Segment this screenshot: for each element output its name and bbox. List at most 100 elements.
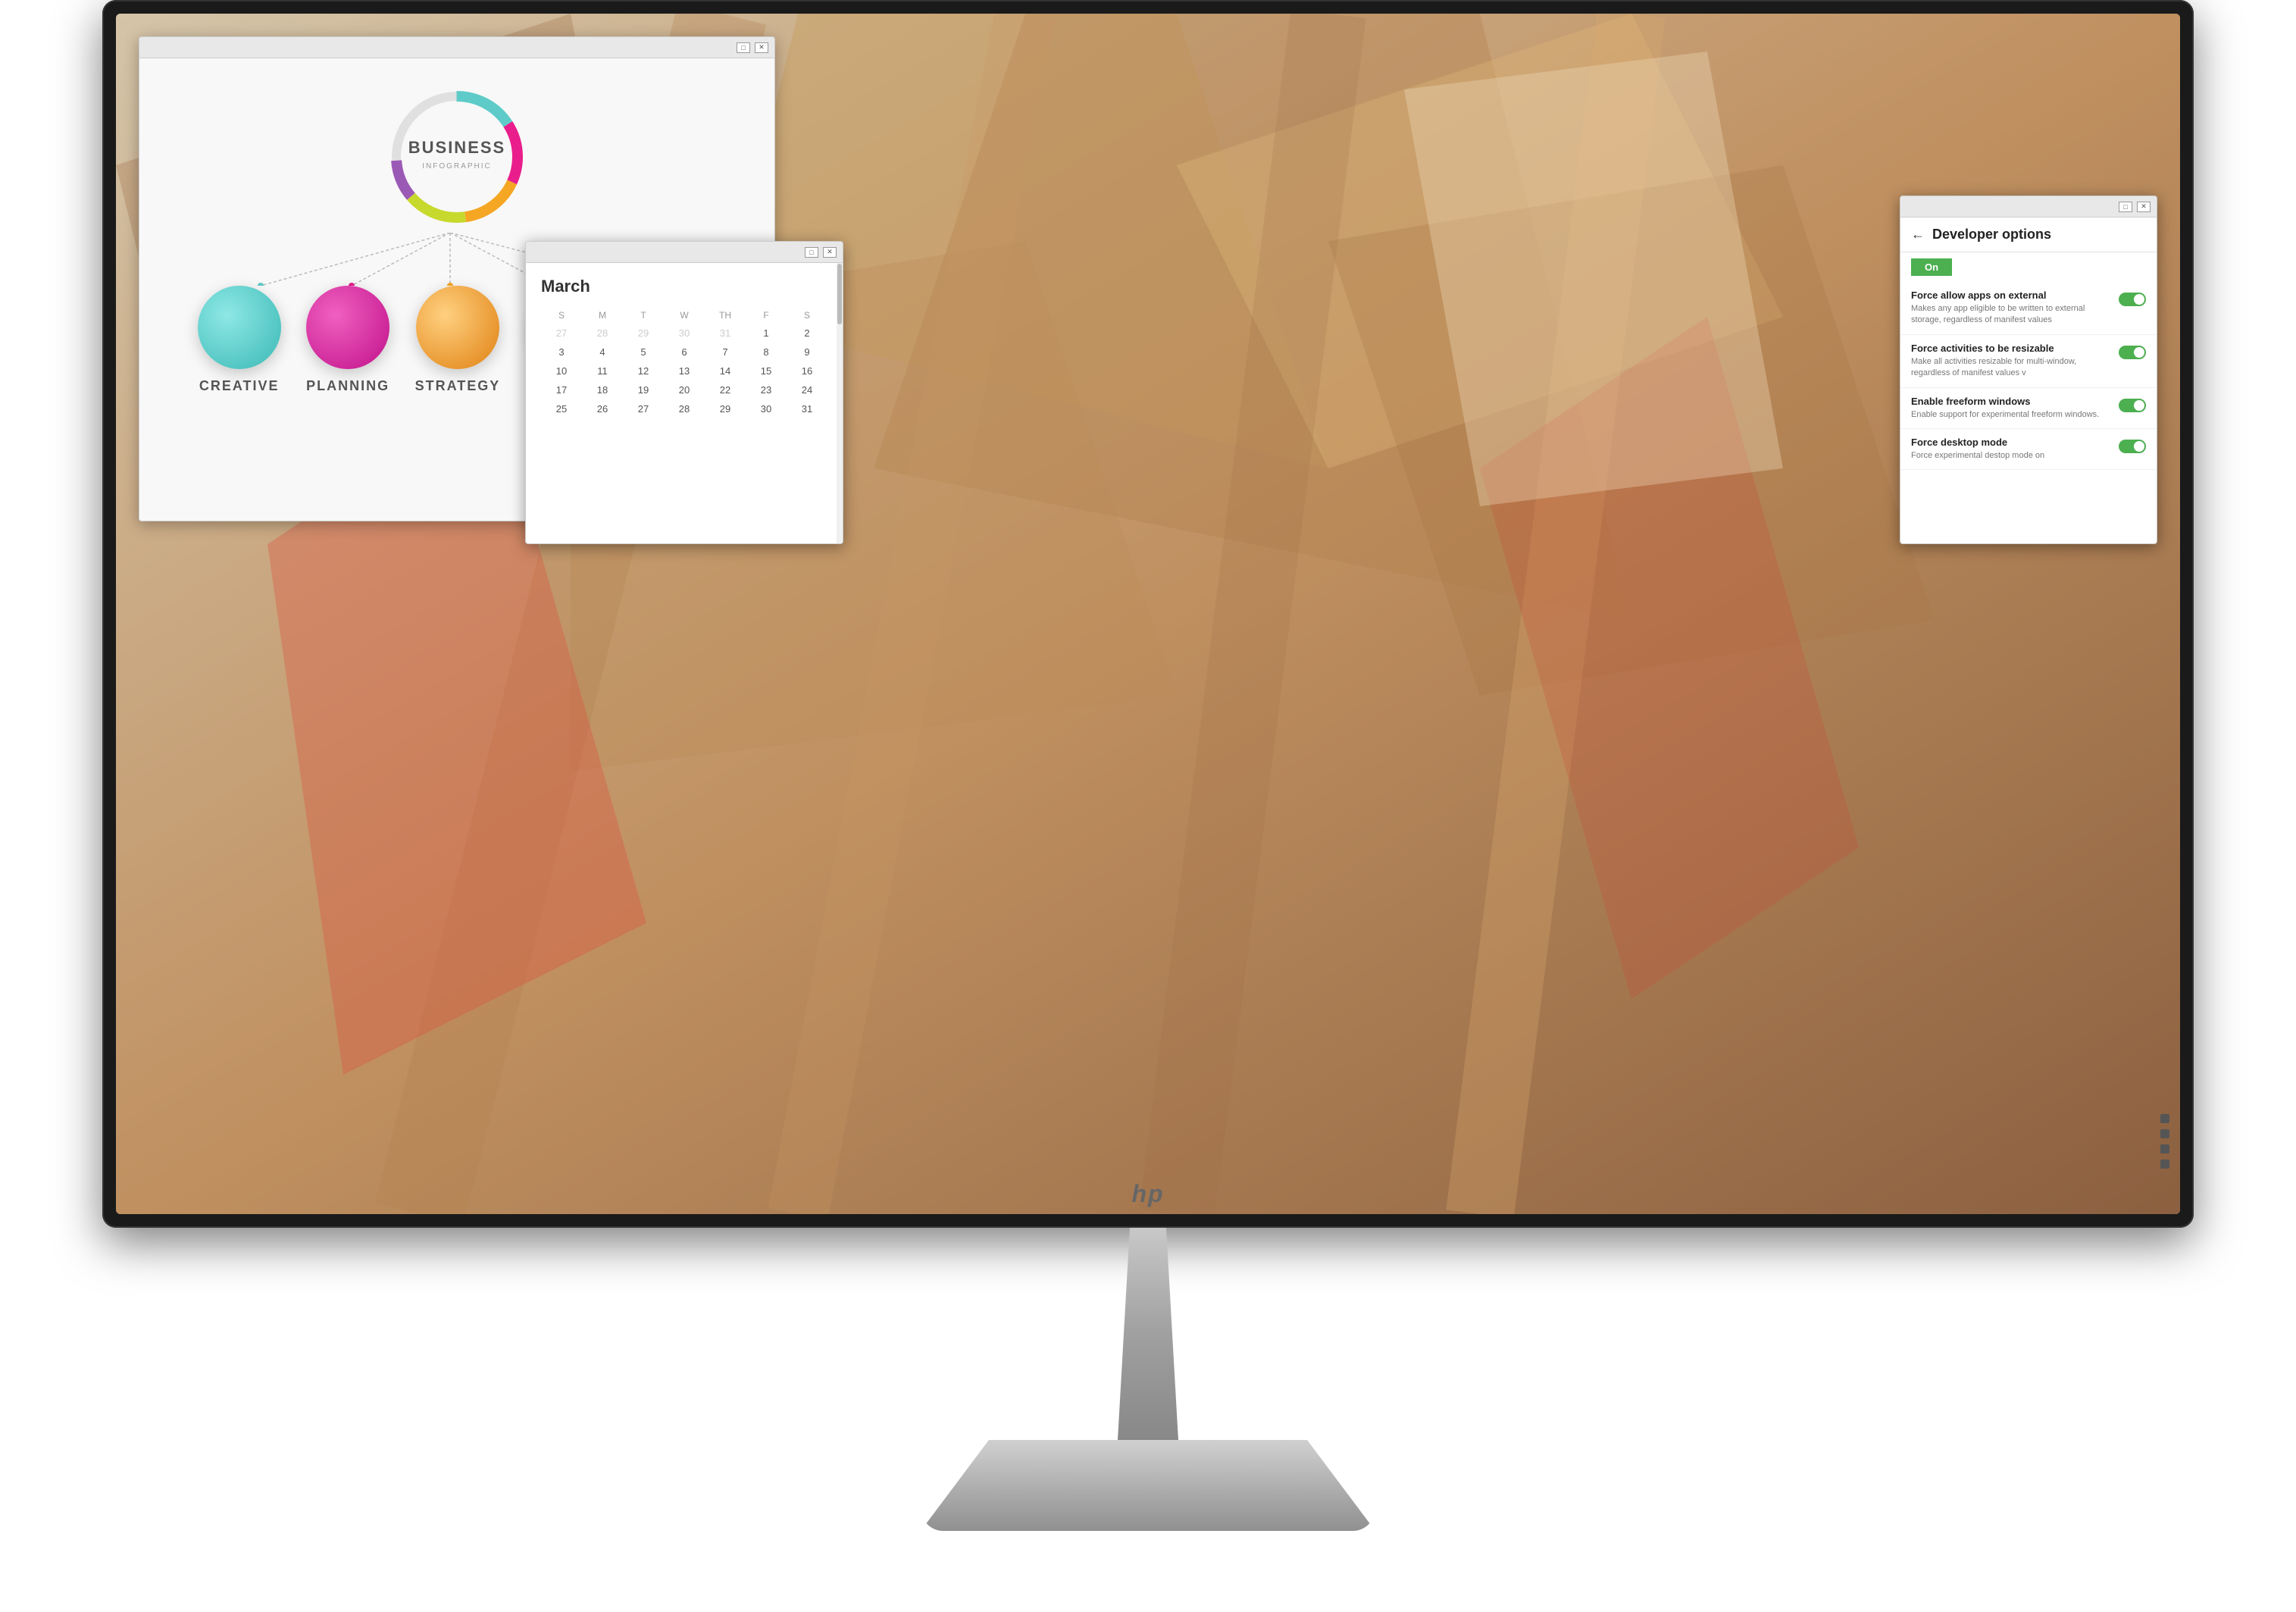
dev-status-badge: On (1911, 258, 1952, 276)
monitor-btn-3[interactable] (2160, 1144, 2169, 1153)
calendar-titlebar: □ ✕ (526, 242, 843, 263)
calendar-week-4: 17 18 19 20 22 23 24 (541, 380, 827, 399)
circle-chart-area: BUSINESS INFOGRAPHIC (170, 81, 744, 233)
cal-day[interactable]: 26 (582, 399, 623, 418)
calendar-close-btn[interactable]: ✕ (823, 247, 837, 258)
dev-option-3: Enable freeform windows Enable support f… (1900, 388, 2157, 429)
bubble-item-planning: PLANNING (306, 286, 389, 394)
cal-day[interactable]: 27 (623, 399, 664, 418)
dev-header: ← Developer options (1900, 218, 2157, 252)
cal-day[interactable]: 24 (787, 380, 827, 399)
cal-day[interactable]: 29 (623, 324, 664, 343)
bubble-strategy (416, 286, 499, 369)
cal-header-thu: TH (705, 307, 746, 324)
dev-minimize-btn[interactable]: □ (2119, 202, 2132, 212)
cal-day[interactable]: 31 (787, 399, 827, 418)
bubble-label-creative: CREATIVE (199, 378, 280, 394)
cal-day[interactable]: 20 (664, 380, 705, 399)
dev-toggle-3[interactable] (2119, 399, 2146, 412)
cal-day[interactable]: 29 (705, 399, 746, 418)
infographic-titlebar: □ ✕ (139, 37, 774, 58)
window-calendar: □ ✕ March S M T W (525, 241, 843, 544)
dev-toggle-4[interactable] (2119, 440, 2146, 453)
dev-option-3-title: Enable freeform windows (1911, 396, 2111, 407)
monitor-btn-4[interactable] (2160, 1160, 2169, 1169)
svg-text:BUSINESS: BUSINESS (408, 138, 505, 157)
dev-option-2: Force activities to be resizable Make al… (1900, 335, 2157, 388)
cal-day[interactable]: 6 (664, 343, 705, 362)
dev-option-4-title: Force desktop mode (1911, 437, 2111, 448)
cal-day[interactable]: 30 (664, 324, 705, 343)
bubble-item-creative: CREATIVE (198, 286, 281, 394)
calendar-scrollbar-thumb[interactable] (837, 264, 842, 324)
hp-brand-text: hp (1131, 1180, 1164, 1207)
cal-day[interactable]: 16 (787, 362, 827, 380)
cal-header-sat: S (787, 307, 827, 324)
calendar-grid: S M T W TH F S 27 (541, 307, 827, 418)
cal-day[interactable]: 3 (541, 343, 582, 362)
stand-neck (1118, 1228, 1178, 1440)
calendar-scrollbar[interactable] (837, 263, 843, 544)
calendar-week-1: 27 28 29 30 31 1 2 (541, 324, 827, 343)
calendar-minimize-btn[interactable]: □ (805, 247, 818, 258)
calendar-week-5: 25 26 27 28 29 30 31 (541, 399, 827, 418)
cal-day[interactable]: 1 (746, 324, 787, 343)
dev-toggle-2[interactable] (2119, 346, 2146, 359)
dev-toggle-1[interactable] (2119, 293, 2146, 306)
bubble-item-strategy: STRATEGY (415, 286, 501, 394)
cal-day[interactable]: 22 (705, 380, 746, 399)
calendar-week-3: 10 11 12 13 14 15 16 (541, 362, 827, 380)
monitor-btn-1[interactable] (2160, 1114, 2169, 1123)
cal-day[interactable]: 12 (623, 362, 664, 380)
cal-day[interactable]: 11 (582, 362, 623, 380)
cal-day[interactable]: 4 (582, 343, 623, 362)
dev-option-2-desc: Make all activities resizable for multi-… (1911, 356, 2111, 380)
calendar-content: March S M T W TH F S (526, 263, 843, 432)
cal-day[interactable]: 17 (541, 380, 582, 399)
cal-day[interactable]: 19 (623, 380, 664, 399)
cal-day[interactable]: 30 (746, 399, 787, 418)
window-developer: □ ✕ ← Developer options On Force allow a… (1900, 196, 2157, 544)
dev-option-1-text: Force allow apps on external Makes any a… (1911, 290, 2111, 327)
monitor-body: □ ✕ (102, 0, 2194, 1228)
bubble-creative (198, 286, 281, 369)
dev-option-1-title: Force allow apps on external (1911, 290, 2111, 301)
cal-day[interactable]: 10 (541, 362, 582, 380)
cal-day[interactable]: 23 (746, 380, 787, 399)
cal-day[interactable]: 2 (787, 324, 827, 343)
cal-header-mon: M (582, 307, 623, 324)
cal-day[interactable]: 7 (705, 343, 746, 362)
cal-day[interactable]: 8 (746, 343, 787, 362)
dev-option-3-desc: Enable support for experimental freeform… (1911, 409, 2111, 421)
cal-day[interactable]: 25 (541, 399, 582, 418)
cal-day[interactable]: 28 (664, 399, 705, 418)
cal-day[interactable]: 13 (664, 362, 705, 380)
calendar-week-2: 3 4 5 6 7 8 9 (541, 343, 827, 362)
calendar-header-row: S M T W TH F S (541, 307, 827, 324)
infographic-close-btn[interactable]: ✕ (755, 42, 768, 53)
cal-day[interactable]: 27 (541, 324, 582, 343)
bubble-label-planning: PLANNING (306, 378, 389, 394)
cal-day[interactable]: 18 (582, 380, 623, 399)
dev-option-4: Force desktop mode Force experimental de… (1900, 429, 2157, 470)
monitor-wrapper: □ ✕ (87, 0, 2209, 1612)
dev-option-2-title: Force activities to be resizable (1911, 343, 2111, 354)
hp-logo-bezel: hp (1131, 1180, 1164, 1208)
bubble-label-strategy: STRATEGY (415, 378, 501, 394)
dev-titlebar: □ ✕ (1900, 196, 2157, 218)
infographic-minimize-btn[interactable]: □ (737, 42, 750, 53)
cal-day[interactable]: 31 (705, 324, 746, 343)
bubble-planning (306, 286, 389, 369)
monitor-buttons (2160, 1114, 2169, 1169)
dev-back-arrow[interactable]: ← (1911, 227, 1925, 243)
dev-option-1-desc: Makes any app eligible to be written to … (1911, 303, 2111, 327)
monitor-stand (921, 1228, 1375, 1531)
monitor-btn-2[interactable] (2160, 1129, 2169, 1138)
cal-day[interactable]: 14 (705, 362, 746, 380)
cal-day[interactable]: 15 (746, 362, 787, 380)
dev-option-1: Force allow apps on external Makes any a… (1900, 282, 2157, 335)
cal-day[interactable]: 28 (582, 324, 623, 343)
cal-day[interactable]: 9 (787, 343, 827, 362)
dev-close-btn[interactable]: ✕ (2137, 202, 2151, 212)
cal-day[interactable]: 5 (623, 343, 664, 362)
